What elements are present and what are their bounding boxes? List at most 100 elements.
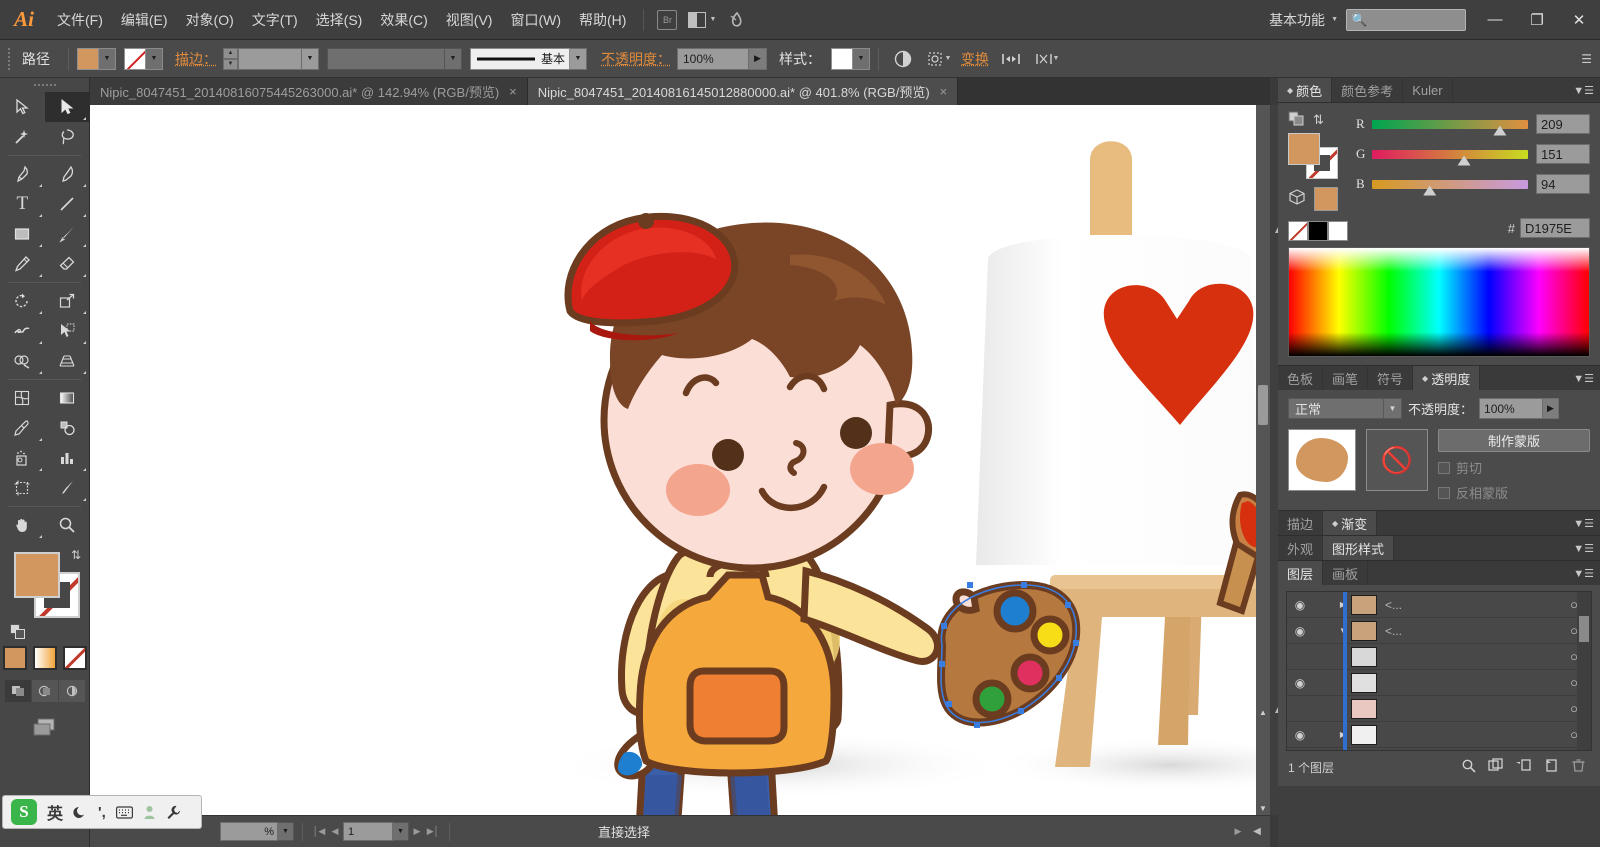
free-transform-tool[interactable]	[45, 316, 90, 346]
draw-behind-button[interactable]	[31, 680, 58, 702]
table-row[interactable]: ○	[1287, 696, 1591, 722]
direct-selection-tool[interactable]	[44, 92, 89, 122]
slider-value-g[interactable]: 151	[1536, 144, 1590, 164]
isolate-icon[interactable]: ▼	[1030, 46, 1064, 72]
new-sublayer-icon[interactable]	[1515, 758, 1532, 776]
menu-item-type[interactable]: 文字(T)	[243, 0, 307, 40]
perspective-grid-tool[interactable]	[45, 346, 90, 376]
slice-tool[interactable]	[45, 473, 90, 503]
tab-graphic-styles[interactable]: 图形样式	[1323, 536, 1395, 560]
user-icon[interactable]	[143, 805, 156, 820]
swatch-white[interactable]	[1328, 221, 1348, 241]
layers-scrollbar[interactable]	[1577, 592, 1591, 750]
invert-mask-checkbox[interactable]	[1438, 486, 1450, 499]
locate-object-icon[interactable]	[1461, 758, 1476, 776]
color-mode-gradient-button[interactable]	[32, 646, 57, 670]
menu-item-edit[interactable]: 编辑(E)	[112, 0, 177, 40]
stroke-weight-chevron-down-icon[interactable]: ▼	[302, 47, 319, 70]
tab-stroke[interactable]: 描边	[1278, 511, 1324, 535]
slider-track-g[interactable]	[1372, 149, 1528, 166]
tab-brushes[interactable]: 画笔	[1323, 366, 1369, 390]
align-horizontal-icon[interactable]	[998, 46, 1024, 72]
layer-visibility-icon[interactable]: ◉	[1287, 728, 1313, 742]
cc-sync-icon[interactable]	[722, 8, 752, 32]
opacity-flyout-icon[interactable]: ▶	[749, 47, 767, 70]
slider-thumb-g[interactable]	[1457, 155, 1471, 166]
type-tool[interactable]: T	[0, 189, 45, 219]
tab-swatches[interactable]: 色板	[1278, 366, 1324, 390]
eyedropper-tool[interactable]	[0, 413, 45, 443]
status-indicator-text[interactable]: 直接选择	[598, 822, 650, 841]
transparency-opacity-input[interactable]: 100%	[1479, 398, 1544, 419]
rectangle-tool[interactable]	[0, 219, 45, 249]
layers-scroll-thumb[interactable]	[1579, 616, 1589, 642]
stroke-chevron-down-icon[interactable]: ▼	[146, 47, 163, 70]
document-tab-1[interactable]: Nipic_8047451_20140816075445263000.ai* @…	[90, 78, 528, 105]
zoom-tool[interactable]	[45, 510, 90, 540]
magic-wand-tool[interactable]	[0, 122, 45, 152]
width-tool[interactable]	[0, 316, 45, 346]
transparency-opacity-flyout-icon[interactable]: ▶	[1543, 398, 1560, 419]
swap-fill-stroke-icon[interactable]: ⇅	[1313, 112, 1324, 128]
blend-tool[interactable]	[45, 413, 90, 443]
shape-builder-tool[interactable]	[0, 346, 45, 376]
transform-button[interactable]: 变换	[959, 49, 995, 69]
gradient-panel-menu-icon[interactable]: ▼☰	[1573, 511, 1600, 535]
select-similar-icon[interactable]: ▼	[922, 46, 956, 72]
tab-color[interactable]: ◆ 颜色	[1278, 78, 1333, 102]
menu-item-object[interactable]: 对象(O)	[177, 0, 243, 40]
eraser-tool[interactable]	[45, 249, 90, 279]
prev-artboard-button[interactable]: ◀	[327, 822, 343, 841]
tab-transparency[interactable]: ◆ 透明度	[1413, 366, 1481, 390]
symbol-sprayer-tool[interactable]	[0, 443, 45, 473]
tab-kuler[interactable]: Kuler	[1403, 78, 1453, 102]
swap-fill-stroke-icon[interactable]: ⇅	[71, 548, 81, 562]
help-search-input[interactable]: 🔍	[1346, 8, 1466, 31]
variable-width-chevron-down-icon[interactable]: ▼	[445, 47, 462, 70]
swatch-black[interactable]	[1308, 221, 1328, 241]
transparency-mask-thumbnail[interactable]: 🚫	[1366, 429, 1428, 491]
first-artboard-button[interactable]: │◀	[311, 822, 327, 841]
wrench-icon[interactable]	[166, 805, 181, 820]
document-tab-2[interactable]: Nipic_8047451_20140816145012880000.ai* @…	[527, 78, 959, 105]
zoom-chevron-down-icon[interactable]: ▼	[278, 822, 294, 841]
tab-gradient[interactable]: ◆ 渐变	[1323, 511, 1378, 535]
document-tab-1-close-icon[interactable]: ×	[509, 84, 517, 99]
slider-thumb-b[interactable]	[1423, 185, 1437, 196]
tools-panel-grip[interactable]	[0, 78, 89, 92]
tab-symbols[interactable]: 符号	[1368, 366, 1414, 390]
arrange-documents-icon[interactable]: ▼	[682, 8, 722, 32]
table-row[interactable]: ◉ ▶ ○	[1287, 722, 1591, 748]
layer-name[interactable]: <...	[1377, 624, 1557, 638]
make-sublayer-icon[interactable]	[1488, 758, 1503, 776]
appearance-panel-menu-icon[interactable]: ▼☰	[1573, 536, 1600, 560]
add-anchor-point-tool[interactable]	[45, 159, 90, 189]
invert-mask-checkbox-row[interactable]: 反相蒙版	[1438, 483, 1590, 502]
zoom-level-input[interactable]: %	[220, 822, 278, 841]
draw-normal-button[interactable]	[4, 680, 31, 702]
default-fill-stroke-icon[interactable]	[10, 624, 26, 640]
stroke-weight-stepper[interactable]: ▲ ▼	[223, 47, 238, 70]
horizontal-scroll-left-button[interactable]: ◀	[1246, 818, 1268, 845]
color-mode-solid-button[interactable]	[2, 646, 27, 670]
table-row[interactable]: ◉ ○	[1287, 670, 1591, 696]
canvas-vertical-scrollbar[interactable]: ▲ ▼	[1256, 105, 1270, 815]
workspace-chevron-down-icon[interactable]: ▼	[1331, 16, 1338, 23]
selection-tool[interactable]	[0, 92, 45, 122]
menu-item-file[interactable]: 文件(F)	[48, 0, 112, 40]
opacity-label[interactable]: 不透明度：	[599, 49, 677, 69]
slider-value-b[interactable]: 94	[1536, 174, 1590, 194]
fill-color-button[interactable]: ▼	[77, 47, 116, 70]
transparency-panel-menu-icon[interactable]: ▼☰	[1573, 366, 1600, 390]
document-canvas[interactable]: ▲ ▼	[90, 105, 1270, 815]
artboard-number-input[interactable]: 1	[343, 822, 393, 841]
table-row[interactable]: ○	[1287, 644, 1591, 670]
stroke-color-button[interactable]: ▼	[124, 47, 163, 70]
last-artboard-button[interactable]: ▶│	[425, 822, 441, 841]
hex-value-input[interactable]: D1975E	[1520, 218, 1590, 238]
fill-chevron-down-icon[interactable]: ▼	[99, 47, 116, 70]
color-cube-icon[interactable]	[1288, 188, 1306, 210]
layers-list[interactable]: ◉ ▶ <... ○ ◉ ▼ <... ○	[1286, 591, 1592, 751]
document-tab-2-close-icon[interactable]: ×	[940, 84, 948, 99]
menu-item-effect[interactable]: 效果(C)	[371, 0, 436, 40]
